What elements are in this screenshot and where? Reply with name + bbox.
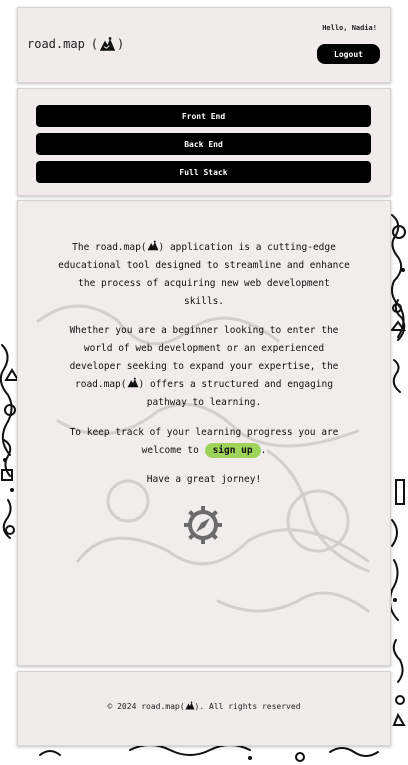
full-stack-button[interactable]: Full Stack (36, 161, 371, 183)
copyright-text-start: © 2024 road.map( (107, 702, 185, 711)
hiker-mountain-icon (185, 701, 195, 710)
copyright-text-end: ). All rights reserved (194, 702, 301, 711)
brand-close-paren: ) (117, 37, 125, 51)
farewell-text: Have a great jorney! (146, 474, 262, 485)
brand-logo[interactable]: road.map ( ) (27, 36, 125, 52)
signup-text-end: . (260, 445, 267, 456)
brand-open-paren: ( (90, 37, 99, 51)
back-end-button[interactable]: Back End (36, 133, 371, 155)
footer: © 2024 road.map( ). All rights reserved (17, 671, 391, 746)
signup-link[interactable]: sign up (204, 443, 261, 458)
intro-text-start: The road.map( (72, 242, 147, 253)
front-end-button[interactable]: Front End (36, 105, 371, 127)
brand-name: road.map (27, 37, 85, 51)
header: road.map ( ) Hello, Nadia! Logout (17, 7, 391, 83)
intro-paragraph: The road.map() application is a cutting-… (58, 239, 350, 311)
compass-icon (184, 506, 222, 544)
user-greeting: Hello, Nadia! (322, 24, 377, 32)
signup-text-start: To keep track of your learning progress … (69, 427, 339, 456)
about-section: The road.map() application is a cutting-… (17, 200, 391, 666)
track-menu: Front End Back End Full Stack (17, 88, 391, 196)
hiker-mountain-icon (99, 37, 116, 51)
audience-paragraph: Whether you are a beginner looking to en… (58, 322, 350, 412)
copyright-text: © 2024 road.map( ). All rights reserved (18, 701, 390, 711)
audience-text-end: ) offers a structured and engaging pathw… (138, 379, 333, 408)
hiker-mountain-icon (147, 240, 158, 251)
logout-button[interactable]: Logout (317, 44, 380, 64)
signup-paragraph: To keep track of your learning progress … (58, 424, 350, 460)
hiker-mountain-icon (127, 377, 138, 388)
